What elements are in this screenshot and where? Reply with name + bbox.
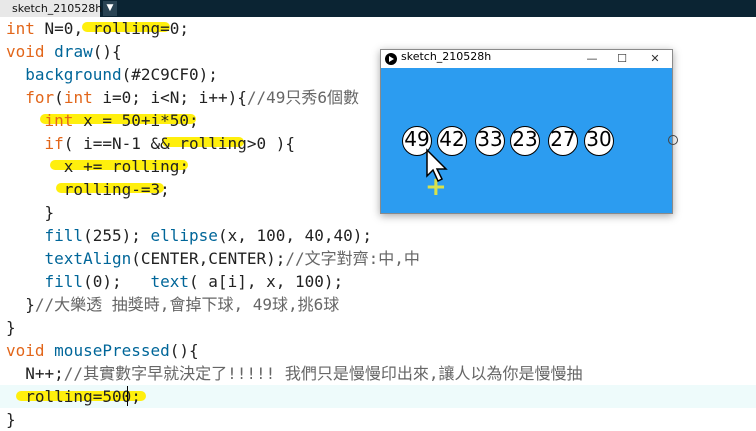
code-token: N=0, rolling=0; — [34, 19, 190, 38]
code-token: if — [44, 134, 64, 153]
code-token: for — [25, 88, 55, 107]
code-token: //49只秀6個數 — [246, 88, 360, 107]
code-token: rolling-=3; — [6, 180, 170, 199]
code-token: (){ — [92, 42, 122, 61]
sketch-canvas[interactable]: 49 42 33 23 27 30 + — [381, 68, 672, 213]
code-token: mousePressed — [54, 341, 170, 360]
sketch-window[interactable]: sketch_210528h — ☐ ✕ 49 42 33 23 27 30 + — [380, 49, 673, 214]
code-token: fill — [44, 226, 84, 245]
close-button[interactable]: ✕ — [640, 50, 670, 68]
maximize-button[interactable]: ☐ — [607, 50, 637, 68]
code-line[interactable]: textAlign(CENTER,CENTER);//文字對齊:中,中 — [6, 247, 420, 270]
code-token: void — [6, 341, 45, 360]
code-line[interactable]: N++;//其實數字早就決定了!!!!! 我們只是慢慢印出來,讓人以為你是慢慢抽 — [6, 362, 583, 385]
code-token: } — [6, 203, 55, 222]
code-token: text — [150, 272, 190, 291]
code-line[interactable]: if( i==N-1 && rolling>0 ){ — [6, 132, 295, 155]
code-line[interactable]: } — [6, 201, 55, 224]
code-token: fill — [44, 272, 84, 291]
code-line[interactable]: for(int i=0; i<N; i++){//49只秀6個數 — [6, 86, 359, 109]
lottery-ball: 33 — [475, 126, 505, 156]
code-token: i=0; i<N; i++){ — [92, 88, 247, 107]
mouse-pointer-icon — [426, 148, 448, 183]
minimize-button[interactable]: — — [577, 50, 607, 68]
code-token: (0); — [83, 272, 151, 291]
code-line[interactable]: void mousePressed(){ — [6, 339, 199, 362]
code-line[interactable]: rolling=500; — [6, 385, 141, 408]
code-line[interactable]: } — [6, 316, 16, 339]
code-token: //文字對齊:中,中 — [285, 249, 420, 268]
code-token: int — [44, 111, 74, 130]
code-line[interactable]: rolling-=3; — [6, 178, 170, 201]
code-token: (){ — [169, 341, 199, 360]
code-token: rolling=500; — [6, 387, 141, 406]
code-token: void — [6, 42, 45, 61]
code-token: ( a[i], x, 100); — [189, 272, 344, 291]
code-token: int — [63, 88, 93, 107]
window-title: sketch_210528h — [401, 50, 492, 63]
code-line[interactable]: background(#2C9CF0); — [6, 63, 218, 86]
code-line[interactable]: void draw(){ — [6, 40, 122, 63]
code-token: (x, 100, 40,40); — [217, 226, 373, 245]
lottery-ball: 27 — [548, 126, 578, 156]
code-token: (CENTER,CENTER); — [131, 249, 286, 268]
code-token: int — [6, 19, 35, 38]
code-line[interactable]: int N=0, rolling=0; — [6, 17, 189, 40]
code-token: draw — [54, 42, 93, 61]
code-token: ( — [54, 88, 64, 107]
code-token: } — [6, 295, 35, 314]
code-token: x = 50+i*50; — [73, 111, 199, 130]
code-token: (255); — [83, 226, 151, 245]
code-line[interactable]: fill(255); ellipse(x, 100, 40,40); — [6, 224, 373, 247]
code-token: (#2C9CF0); — [121, 65, 218, 84]
code-line[interactable]: int x = 50+i*50; — [6, 109, 199, 132]
code-line[interactable]: } — [6, 408, 16, 431]
resize-handle-icon — [668, 135, 678, 145]
lottery-ball: 23 — [510, 126, 540, 156]
code-token: //大樂透 抽獎時,會掉下球, 49球,挑6球 — [34, 295, 340, 314]
code-token: background — [25, 65, 122, 84]
code-token: textAlign — [44, 249, 132, 268]
lottery-ball: 30 — [584, 126, 614, 156]
code-line[interactable]: fill(0); text( a[i], x, 100); — [6, 270, 344, 293]
tab-sketch[interactable]: sketch_210528h — [0, 0, 102, 17]
text-cursor — [127, 386, 128, 406]
code-line[interactable]: x += rolling; — [6, 155, 189, 178]
code-token: ellipse — [150, 226, 218, 245]
tab-menu-button[interactable]: ▼ — [103, 1, 117, 16]
code-token: N++; — [6, 364, 64, 383]
code-token: ( i==N-1 && rolling>0 ){ — [63, 134, 295, 153]
code-token: //其實數字早就決定了!!!!! 我們只是慢慢印出來,讓人以為你是慢慢抽 — [63, 364, 583, 383]
code-token: x += rolling; — [6, 157, 190, 176]
tab-bar: sketch_210528h ▼ — [0, 0, 756, 17]
code-line[interactable]: }//大樂透 抽獎時,會掉下球, 49球,挑6球 — [6, 293, 339, 316]
processing-icon — [385, 53, 397, 65]
window-titlebar[interactable]: sketch_210528h — ☐ ✕ — [381, 50, 672, 68]
code-token: } — [6, 318, 16, 337]
